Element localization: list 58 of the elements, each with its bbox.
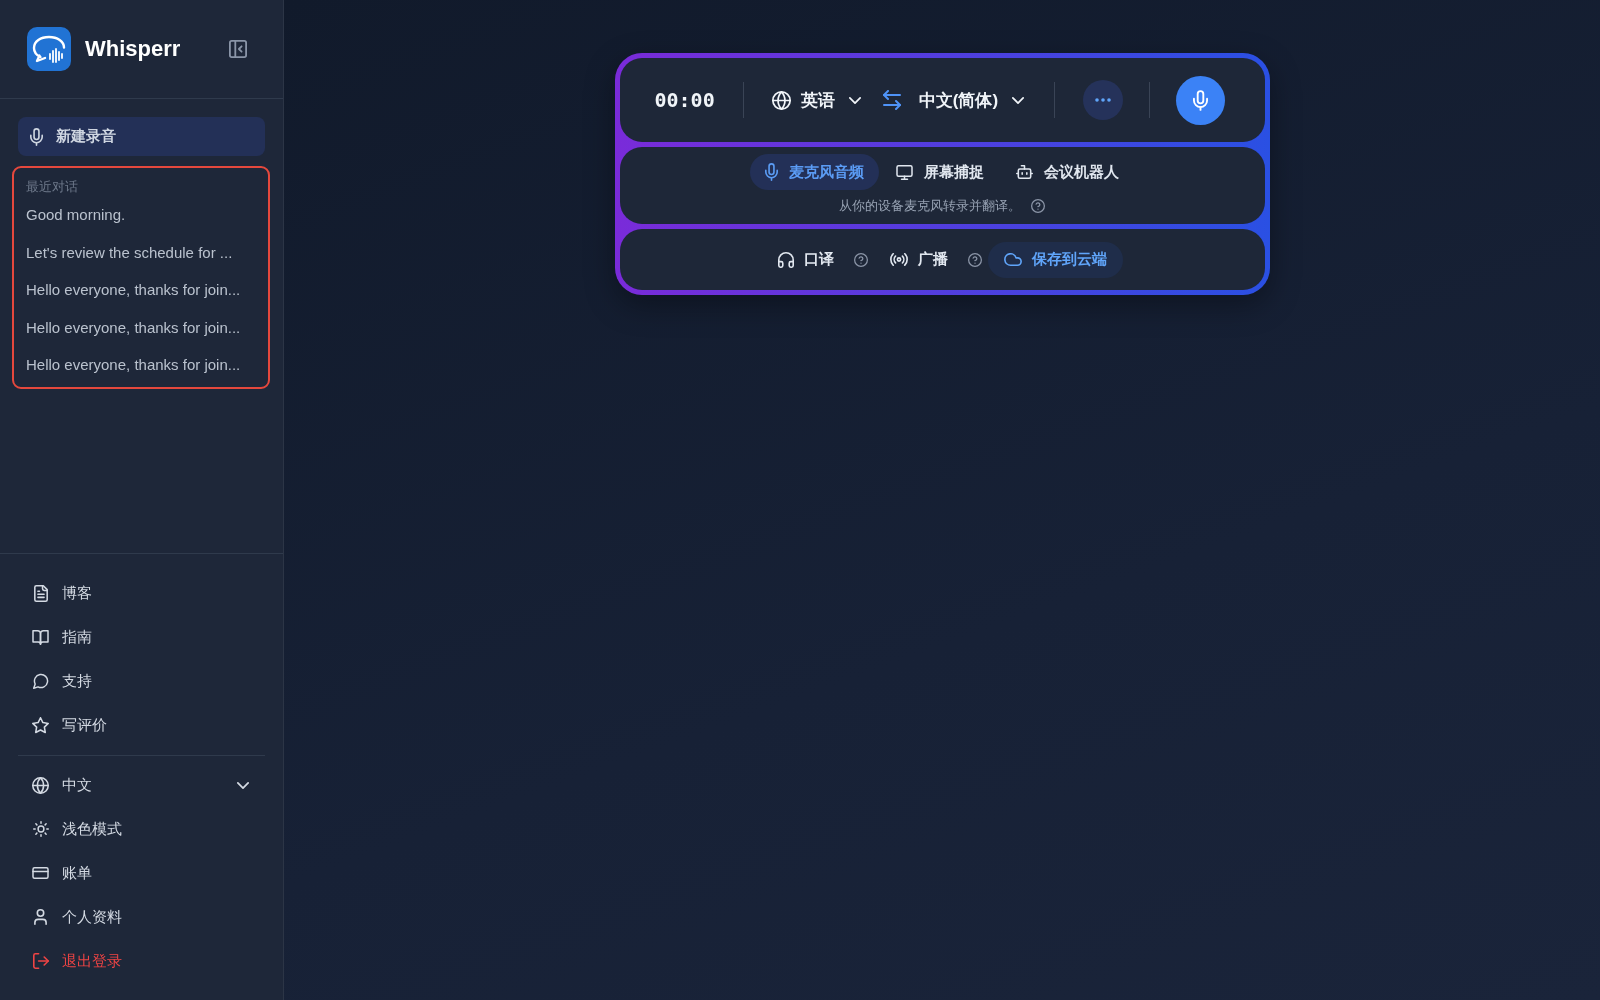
source-tab[interactable]: 会议机器人 <box>1001 154 1134 190</box>
monitor-icon <box>896 164 913 180</box>
chat-bubble-icon <box>32 673 49 689</box>
swap-arrows-icon <box>882 90 901 110</box>
section-title: 最近对话 <box>26 178 78 196</box>
sidebar-link[interactable]: 写评价 <box>18 703 265 747</box>
sun-icon <box>32 821 49 837</box>
logout-button[interactable]: 退出登录 <box>18 939 265 983</box>
chevron-down-icon <box>848 96 861 104</box>
sidebar-collapse-icon <box>229 40 247 58</box>
source-language-select[interactable]: 英语 <box>771 88 861 112</box>
conversation-item[interactable]: Let's review the schedule for ... <box>26 233 233 271</box>
sidebar-link[interactable]: 博客 <box>18 571 265 615</box>
conversation-item[interactable]: Hello everyone, thanks for join... <box>26 308 241 346</box>
microphone-icon <box>1193 89 1209 111</box>
broadcast-icon <box>889 253 908 266</box>
sidebar-link[interactable]: 个人资料 <box>18 895 265 939</box>
source-hint: 从你的设备麦克风转录并翻译。 <box>839 197 1021 215</box>
sidebar-link[interactable]: 支持 <box>18 659 265 703</box>
user-icon <box>34 909 47 925</box>
microphone-icon <box>765 163 778 181</box>
microphone-icon <box>30 127 43 146</box>
app-logo <box>27 27 71 71</box>
globe-icon <box>32 776 49 794</box>
theme-toggle[interactable]: 浅色模式 <box>18 807 265 851</box>
help-icon[interactable] <box>1031 199 1045 213</box>
app-name: Whisperr <box>85 36 181 62</box>
target-language-select[interactable]: 中文(简体) <box>918 88 1025 112</box>
recording-timer: 00:00 <box>654 88 715 112</box>
conversation-item[interactable]: Hello everyone, thanks for join... <box>26 271 241 309</box>
source-tab[interactable]: 屏幕捕捉 <box>881 154 999 190</box>
option-toggle[interactable]: 广播 <box>873 241 964 278</box>
robot-icon <box>1016 165 1033 179</box>
option-toggle[interactable]: 保存到云端 <box>987 241 1123 278</box>
logout-icon <box>32 953 49 969</box>
document-icon <box>33 584 48 602</box>
conversation-item[interactable]: Hello everyone, thanks for join... <box>26 346 241 384</box>
conversation-item[interactable]: Good morning. <box>26 196 126 234</box>
help-icon[interactable] <box>853 252 868 267</box>
ellipsis-icon <box>1095 98 1112 102</box>
book-icon <box>32 629 49 645</box>
swap-languages-button[interactable] <box>882 90 901 110</box>
sidebar-link[interactable]: 指南 <box>18 615 265 659</box>
option-toggle[interactable]: 口译 <box>761 241 850 278</box>
chevron-down-icon <box>1012 96 1025 104</box>
help-icon[interactable] <box>967 252 982 267</box>
language-select[interactable]: 中文 <box>18 763 265 807</box>
source-tab[interactable]: 麦克风音频 <box>750 154 879 190</box>
cloud-icon <box>1003 253 1022 266</box>
collapse-sidebar-button[interactable] <box>229 40 247 58</box>
chevron-down-icon <box>237 781 249 789</box>
globe-icon <box>771 90 791 110</box>
headphones-icon <box>777 251 794 268</box>
sidebar-link[interactable]: 账单 <box>18 851 265 895</box>
more-options-button[interactable] <box>1083 80 1124 120</box>
star-icon <box>32 716 49 734</box>
credit-card-icon <box>32 867 49 879</box>
new-recording-button[interactable]: 新建录音 <box>18 117 265 156</box>
